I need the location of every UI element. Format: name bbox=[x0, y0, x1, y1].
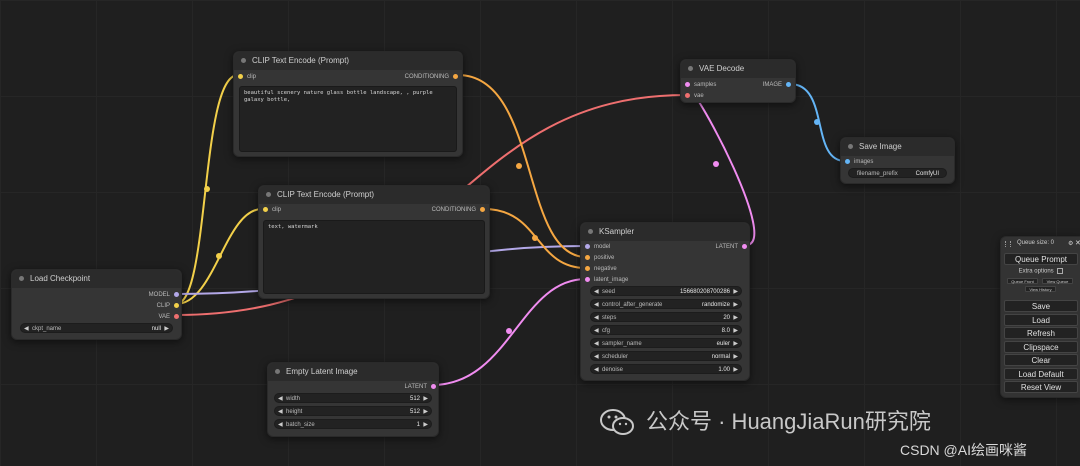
batch-size-widget[interactable]: ◀ batch_size 1 ▶ bbox=[274, 419, 432, 429]
node-title[interactable]: KSampler bbox=[581, 223, 749, 241]
arrow-left-icon[interactable]: ◀ bbox=[594, 326, 599, 336]
images-input[interactable]: images bbox=[845, 158, 873, 166]
close-icon[interactable]: ✕ bbox=[1075, 239, 1080, 247]
arrow-right-icon[interactable]: ▶ bbox=[733, 365, 738, 375]
sampler-name-widget[interactable]: ◀ sampler_name euler ▶ bbox=[590, 338, 742, 348]
arrow-left-icon[interactable]: ◀ bbox=[278, 407, 283, 417]
arrow-left-icon[interactable]: ◀ bbox=[24, 324, 29, 334]
conditioning-output[interactable]: CONDITIONING bbox=[432, 206, 485, 214]
vae-input[interactable]: vae bbox=[685, 92, 704, 100]
reset-view-button[interactable]: Reset View bbox=[1004, 381, 1078, 393]
csdn-credit: CSDN @AI绘画咪酱 bbox=[900, 442, 1027, 458]
clip-input[interactable]: clip bbox=[263, 206, 281, 214]
denoise-widget[interactable]: ◀ denoise 1.00 ▶ bbox=[590, 364, 742, 374]
arrow-right-icon[interactable]: ▶ bbox=[423, 394, 428, 404]
prompt-textarea[interactable]: beautiful scenery nature glass bottle la… bbox=[239, 86, 457, 152]
collapse-dot-icon[interactable] bbox=[688, 66, 693, 71]
cfg-widget[interactable]: ◀ cfg 8.0 ▶ bbox=[590, 325, 742, 335]
arrow-left-icon[interactable]: ◀ bbox=[594, 287, 599, 297]
samples-input[interactable]: samples bbox=[685, 81, 716, 89]
vae-output[interactable]: VAE bbox=[158, 313, 179, 321]
gear-icon[interactable]: ⚙ bbox=[1068, 240, 1073, 247]
queue-prompt-button[interactable]: Queue Prompt bbox=[1004, 253, 1078, 265]
arrow-right-icon[interactable]: ▶ bbox=[733, 300, 738, 310]
prompt-textarea[interactable]: text, watermark bbox=[263, 220, 485, 294]
load-button[interactable]: Load bbox=[1004, 314, 1078, 326]
clip-text-encode-negative-node[interactable]: CLIP Text Encode (Prompt) clip CONDITION… bbox=[258, 185, 490, 299]
conditioning-output[interactable]: CONDITIONING bbox=[405, 73, 458, 81]
arrow-right-icon[interactable]: ▶ bbox=[164, 324, 169, 334]
node-title[interactable]: VAE Decode bbox=[681, 60, 795, 78]
latent-output[interactable]: LATENT bbox=[404, 383, 436, 391]
save-button[interactable]: Save bbox=[1004, 300, 1078, 312]
collapse-dot-icon[interactable] bbox=[275, 369, 280, 374]
queue-front-button[interactable]: Queue Front bbox=[1007, 278, 1038, 284]
arrow-left-icon[interactable]: ◀ bbox=[594, 300, 599, 310]
arrow-right-icon[interactable]: ▶ bbox=[733, 352, 738, 362]
clip-input[interactable]: clip bbox=[238, 73, 256, 81]
watermark-text: 公众号 · HuangJiaRun研究院 bbox=[646, 409, 931, 434]
node-title[interactable]: CLIP Text Encode (Prompt) bbox=[234, 52, 462, 70]
positive-input[interactable]: positive bbox=[585, 254, 614, 262]
filename-prefix-widget[interactable]: filename_prefix ComfyUI bbox=[848, 168, 947, 178]
arrow-left-icon[interactable]: ◀ bbox=[278, 420, 283, 430]
arrow-right-icon[interactable]: ▶ bbox=[733, 326, 738, 336]
arrow-right-icon[interactable]: ▶ bbox=[733, 313, 738, 323]
width-widget[interactable]: ◀ width 512 ▶ bbox=[274, 393, 432, 403]
arrow-left-icon[interactable]: ◀ bbox=[594, 313, 599, 323]
collapse-dot-icon[interactable] bbox=[241, 58, 246, 63]
model-input[interactable]: model bbox=[585, 243, 610, 251]
clear-button[interactable]: Clear bbox=[1004, 354, 1078, 366]
load-default-button[interactable]: Load Default bbox=[1004, 368, 1078, 380]
arrow-right-icon[interactable]: ▶ bbox=[423, 407, 428, 417]
view-queue-button[interactable]: View Queue bbox=[1042, 278, 1073, 284]
empty-latent-image-node[interactable]: Empty Latent Image LATENT ◀ width 512 ▶ ◀ he… bbox=[267, 362, 439, 437]
extra-options-label: Extra options bbox=[1001, 268, 1080, 275]
clip-text-encode-positive-node[interactable]: CLIP Text Encode (Prompt) clip CONDITION… bbox=[233, 51, 463, 157]
collapse-dot-icon[interactable] bbox=[588, 229, 593, 234]
seed-widget[interactable]: ◀ seed 156680208700286 ▶ bbox=[590, 286, 742, 296]
arrow-left-icon[interactable]: ◀ bbox=[594, 365, 599, 375]
steps-widget[interactable]: ◀ steps 20 ▶ bbox=[590, 312, 742, 322]
clip-output[interactable]: CLIP bbox=[157, 302, 179, 310]
arrow-left-icon[interactable]: ◀ bbox=[594, 352, 599, 362]
arrow-left-icon[interactable]: ◀ bbox=[594, 339, 599, 349]
model-output[interactable]: MODEL bbox=[149, 291, 179, 299]
connection-wires bbox=[175, 74, 846, 386]
node-title[interactable]: Load Checkpoint bbox=[12, 270, 181, 288]
node-title[interactable]: Save Image bbox=[841, 138, 954, 156]
arrow-right-icon[interactable]: ▶ bbox=[423, 420, 428, 430]
wechat-logo-icon bbox=[600, 409, 634, 435]
height-widget[interactable]: ◀ height 512 ▶ bbox=[274, 406, 432, 416]
extra-options-checkbox[interactable] bbox=[1057, 268, 1064, 274]
collapse-dot-icon[interactable] bbox=[19, 276, 24, 281]
node-title[interactable]: CLIP Text Encode (Prompt) bbox=[259, 186, 489, 204]
drag-handle[interactable] bbox=[1005, 241, 1011, 247]
collapse-dot-icon[interactable] bbox=[266, 192, 271, 197]
negative-input[interactable]: negative bbox=[585, 265, 617, 273]
vae-decode-node[interactable]: VAE Decode samples vae IMAGE bbox=[680, 59, 796, 103]
queue-size-label: Queue size: 0 bbox=[1017, 240, 1055, 246]
ckpt-name-widget[interactable]: ◀ ckpt_name null ▶ bbox=[20, 323, 173, 333]
comfy-menu-panel: Queue size: 0 ⚙ ✕ Queue Prompt Extra opt… bbox=[1000, 236, 1080, 398]
wire-latent-ks bbox=[685, 83, 756, 246]
ksampler-node[interactable]: KSampler model positive negative latent_… bbox=[580, 222, 750, 381]
view-history-button[interactable]: View History bbox=[1025, 286, 1056, 292]
arrow-right-icon[interactable]: ▶ bbox=[733, 287, 738, 297]
clipspace-button[interactable]: Clipspace bbox=[1004, 341, 1078, 353]
latent-output[interactable]: LATENT bbox=[715, 243, 747, 251]
collapse-dot-icon[interactable] bbox=[848, 144, 853, 149]
load-checkpoint-node[interactable]: Load Checkpoint MODEL CLIP VAE ◀ ckpt_na… bbox=[11, 269, 182, 340]
save-image-node[interactable]: Save Image images filename_prefix ComfyU… bbox=[840, 137, 955, 184]
latent-image-input[interactable]: latent_image bbox=[585, 276, 628, 284]
node-title[interactable]: Empty Latent Image bbox=[268, 363, 438, 381]
image-output[interactable]: IMAGE bbox=[763, 81, 791, 89]
refresh-button[interactable]: Refresh bbox=[1004, 327, 1078, 339]
arrow-right-icon[interactable]: ▶ bbox=[733, 339, 738, 349]
arrow-left-icon[interactable]: ◀ bbox=[278, 394, 283, 404]
scheduler-widget[interactable]: ◀ scheduler normal ▶ bbox=[590, 351, 742, 361]
control-after-generate-widget[interactable]: ◀ control_after_generate randomize ▶ bbox=[590, 299, 742, 309]
